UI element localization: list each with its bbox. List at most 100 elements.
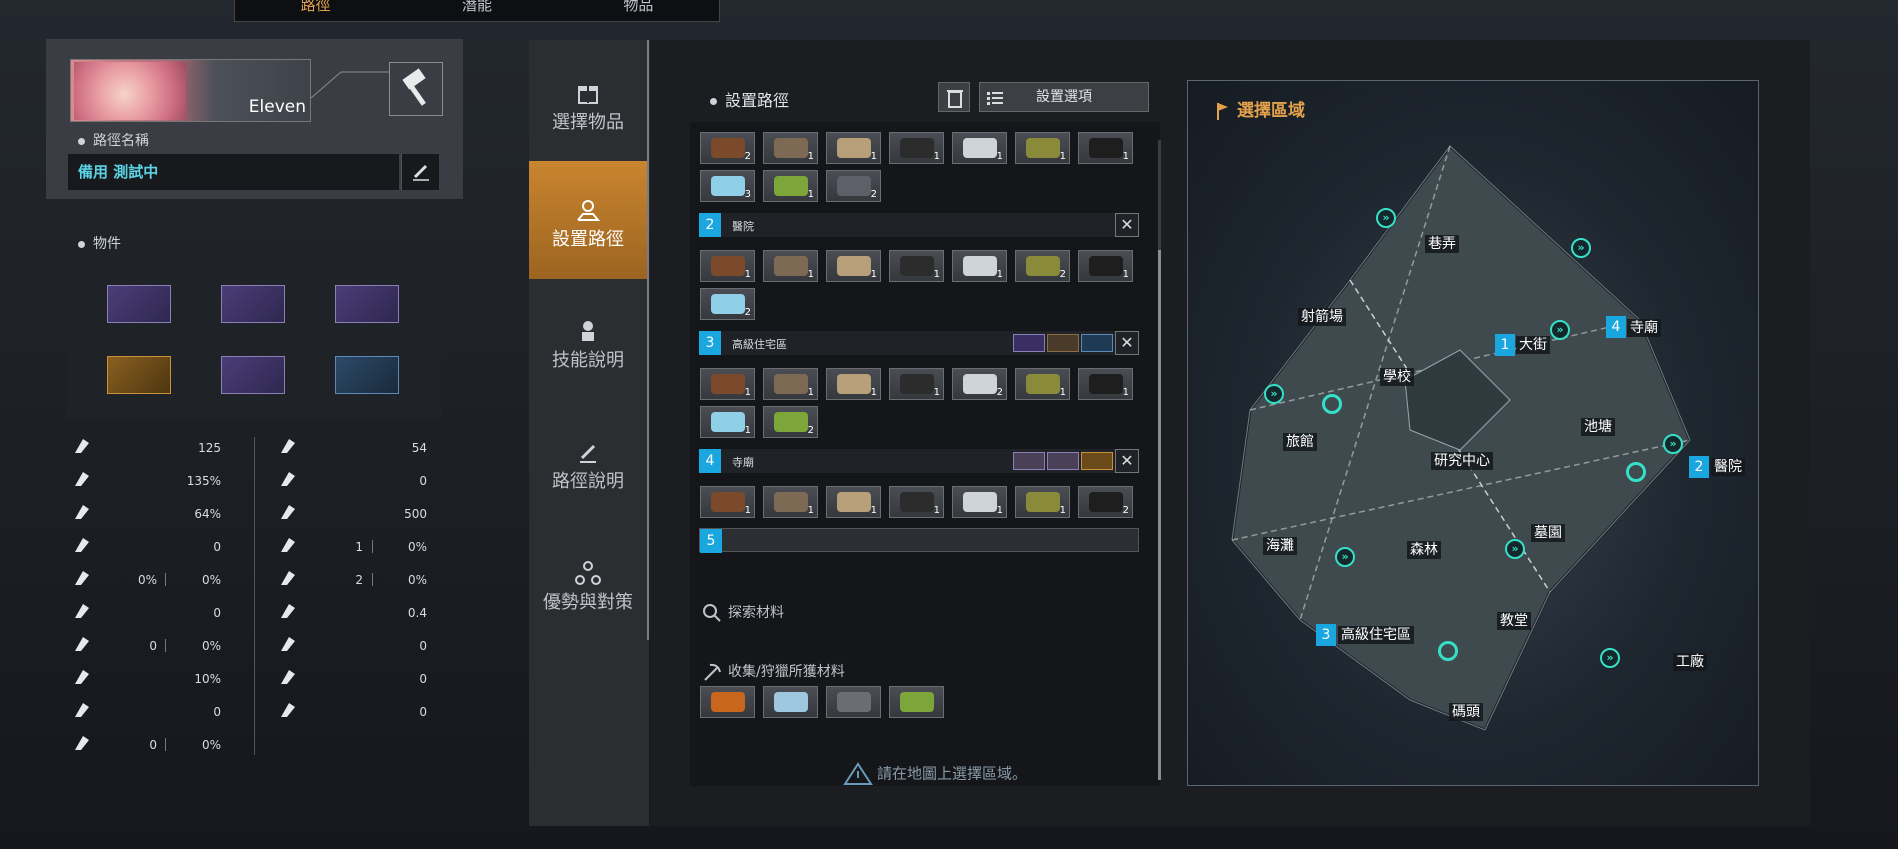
route-options-button[interactable]: 設置選項 xyxy=(979,82,1149,112)
item-slot[interactable]: 1 xyxy=(1078,368,1133,400)
item-quantity: 2 xyxy=(1059,269,1066,280)
item-slot[interactable]: 2 xyxy=(952,368,1007,400)
remove-area-button[interactable]: ✕ xyxy=(1115,213,1139,237)
item-slot[interactable]: 1 xyxy=(763,368,818,400)
fast-travel-icon[interactable]: » xyxy=(1663,434,1683,454)
map-location[interactable]: 大街 xyxy=(1516,336,1550,354)
area-number: 2 xyxy=(699,213,721,237)
map-location[interactable]: 海灘 xyxy=(1263,537,1297,555)
material-slot[interactable] xyxy=(763,686,818,718)
item-slot[interactable]: 1 xyxy=(700,486,755,518)
map-location[interactable]: 射箭場 xyxy=(1298,308,1346,326)
fast-travel-icon[interactable]: » xyxy=(1600,648,1620,668)
item-slot[interactable]: 1 xyxy=(826,486,881,518)
map-location[interactable]: 池塘 xyxy=(1581,418,1615,436)
nav-route-info[interactable]: 路徑說明 xyxy=(529,403,647,521)
map-location[interactable]: 寺廟 xyxy=(1627,319,1661,337)
material-slot[interactable] xyxy=(826,686,881,718)
item-slot-weapon[interactable] xyxy=(107,285,171,323)
craft-button[interactable] xyxy=(389,62,443,116)
material-slot[interactable] xyxy=(700,686,755,718)
item-slot[interactable]: 2 xyxy=(700,288,755,320)
item-slot[interactable]: 1 xyxy=(1078,250,1133,282)
item-icon xyxy=(1026,374,1060,394)
item-slot[interactable]: 2 xyxy=(763,406,818,438)
item-slot[interactable]: 1 xyxy=(826,132,881,164)
item-slot-head[interactable] xyxy=(335,285,399,323)
map-location[interactable]: 工廠 xyxy=(1673,653,1707,671)
item-slot[interactable]: 1 xyxy=(700,250,755,282)
area-row[interactable]: 4 寺廟 ✕ xyxy=(699,449,1139,473)
remove-area-button[interactable]: ✕ xyxy=(1115,449,1139,473)
item-slot[interactable]: 1 xyxy=(952,250,1007,282)
hyperloop-icon[interactable] xyxy=(1626,462,1646,482)
item-slot[interactable]: 2 xyxy=(826,170,881,202)
item-slot-accessory[interactable] xyxy=(335,356,399,394)
map-location[interactable]: 旅館 xyxy=(1283,433,1317,451)
item-slot[interactable]: 1 xyxy=(1015,132,1070,164)
delete-route-button[interactable] xyxy=(938,82,970,112)
item-slot-arm[interactable] xyxy=(107,356,171,394)
item-slot[interactable]: 1 xyxy=(763,132,818,164)
area-row[interactable]: 2 醫院 ✕ xyxy=(699,213,1139,237)
map-location[interactable]: 醫院 xyxy=(1711,458,1745,476)
item-slot[interactable]: 1 xyxy=(1015,486,1070,518)
item-slot[interactable]: 1 xyxy=(826,368,881,400)
item-slot[interactable]: 1 xyxy=(826,250,881,282)
item-slot[interactable]: 1 xyxy=(889,486,944,518)
tab-route[interactable]: 路徑 xyxy=(235,0,396,21)
item-slot[interactable]: 1 xyxy=(952,132,1007,164)
item-slot[interactable]: 1 xyxy=(889,250,944,282)
nav-strengths-counters[interactable]: 優勢與對策 xyxy=(529,524,647,642)
trash-icon xyxy=(947,90,963,108)
nav-select-items[interactable]: 選擇物品 xyxy=(529,40,647,158)
item-slot[interactable]: 2 xyxy=(1015,250,1070,282)
item-slot[interactable]: 1 xyxy=(1078,132,1133,164)
item-slot[interactable]: 1 xyxy=(763,170,818,202)
fast-travel-icon[interactable]: » xyxy=(1264,384,1284,404)
item-slot[interactable]: 1 xyxy=(763,486,818,518)
item-slot-chest[interactable] xyxy=(221,285,285,323)
item-slot[interactable]: 1 xyxy=(1015,368,1070,400)
item-slot[interactable]: 2 xyxy=(700,132,755,164)
item-quantity: 1 xyxy=(744,387,751,398)
map-location[interactable]: 研究中心 xyxy=(1431,452,1493,470)
map-location[interactable]: 巷弄 xyxy=(1425,235,1459,253)
hyperloop-icon[interactable] xyxy=(1438,641,1458,661)
area-row-empty[interactable]: 5 xyxy=(699,528,1139,553)
fast-travel-icon[interactable]: » xyxy=(1335,547,1355,567)
remove-area-button[interactable]: ✕ xyxy=(1115,331,1139,355)
fast-travel-icon[interactable]: » xyxy=(1376,208,1396,228)
map-location[interactable]: 學校 xyxy=(1380,368,1414,386)
map-location[interactable]: 森林 xyxy=(1407,541,1441,559)
edit-route-name-button[interactable] xyxy=(401,154,439,190)
map-location[interactable]: 碼頭 xyxy=(1449,703,1483,721)
item-slot[interactable]: 1 xyxy=(889,368,944,400)
hyperloop-icon[interactable] xyxy=(1322,394,1342,414)
map-location[interactable]: 墓園 xyxy=(1531,524,1565,542)
item-slot-leg[interactable] xyxy=(221,356,285,394)
tab-potential[interactable]: 潛能 xyxy=(396,0,557,21)
scrollbar-thumb[interactable] xyxy=(1158,250,1161,780)
fast-travel-icon[interactable]: » xyxy=(1505,539,1525,559)
item-slot[interactable]: 1 xyxy=(952,486,1007,518)
item-slot[interactable]: 3 xyxy=(700,170,755,202)
item-slot[interactable]: 2 xyxy=(1078,486,1133,518)
map-location[interactable]: 教堂 xyxy=(1497,612,1531,630)
item-icon xyxy=(711,492,745,512)
tab-items[interactable]: 物品 xyxy=(558,0,719,21)
item-slot[interactable]: 1 xyxy=(763,250,818,282)
item-slot[interactable]: 1 xyxy=(700,406,755,438)
material-slot[interactable] xyxy=(889,686,944,718)
fast-travel-icon[interactable]: » xyxy=(1550,320,1570,340)
stat-value: 0.4 xyxy=(407,606,427,620)
nav-skill-info[interactable]: 技能說明 xyxy=(529,282,647,400)
area-number: 3 xyxy=(699,331,721,355)
item-slot[interactable]: 1 xyxy=(700,368,755,400)
route-name-field[interactable]: 備用 測試中 xyxy=(68,154,399,190)
area-row[interactable]: 3 高級住宅區 ✕ xyxy=(699,331,1139,355)
fast-travel-icon[interactable]: » xyxy=(1571,238,1591,258)
map-location[interactable]: 高級住宅區 xyxy=(1338,626,1414,644)
item-slot[interactable]: 1 xyxy=(889,132,944,164)
nav-set-route[interactable]: 設置路徑 xyxy=(529,161,647,279)
